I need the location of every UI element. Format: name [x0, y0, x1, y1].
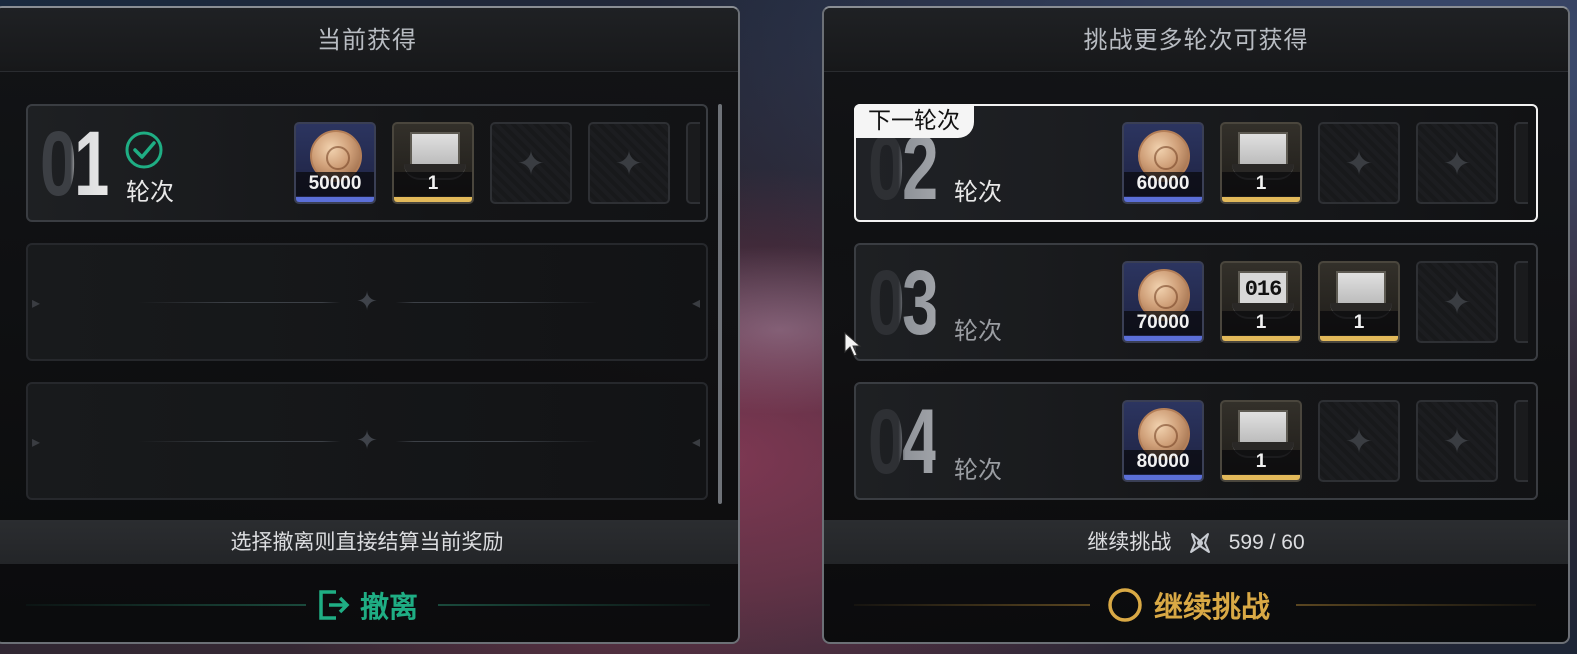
divider	[1296, 604, 1536, 606]
reward-qty: 60000	[1124, 172, 1202, 196]
rarity-bar	[1222, 475, 1300, 480]
diamond-icon: ✦	[1442, 422, 1472, 462]
reward-coin[interactable]: 70000	[1122, 261, 1204, 343]
diamond-icon: ✦	[1442, 283, 1472, 323]
empty-slot: ✦	[490, 122, 572, 204]
current-rounds-list: 01 轮次 50000 1 ✦ ✦ ▸ ✦ ◂ ▸ ✦ ◂	[26, 104, 708, 521]
continue-info-label: 继续挑战	[1087, 530, 1172, 554]
next-round-tag: 下一轮次	[854, 104, 974, 138]
reward-card[interactable]: 016 1	[1220, 261, 1302, 343]
circle-icon	[1108, 588, 1142, 622]
reward-qty: 50000	[296, 172, 374, 196]
evacuate-button[interactable]: 撤离	[316, 582, 418, 628]
arrow-left-icon: ◂	[692, 293, 701, 312]
diamond-icon: ✦	[1344, 422, 1374, 462]
round-number: 04	[868, 391, 939, 493]
divider	[854, 604, 1090, 606]
reward-card[interactable]: 1	[1220, 122, 1302, 204]
scrollbar[interactable]	[718, 104, 722, 504]
empty-slot-edge	[686, 122, 700, 204]
rarity-bar	[394, 197, 472, 202]
rarity-bar	[1124, 336, 1202, 341]
check-circle-icon	[125, 131, 163, 169]
round-label: 轮次	[954, 178, 1002, 206]
reward-qty: 1	[1222, 311, 1300, 335]
empty-slot: ✦	[1318, 400, 1400, 482]
round-row: 03 轮次 70000 016 1 1 ✦	[854, 243, 1538, 361]
current-rewards-panel: 当前获得 01 轮次 50000 1 ✦ ✦ ▸ ✦ ◂ ▸ ✦ ◂ 选择撤离则…	[0, 6, 740, 644]
diamond-icon: ✦	[356, 287, 378, 317]
diamond-icon: ✦	[516, 144, 546, 184]
divider	[438, 604, 710, 606]
round-number: 03	[868, 252, 939, 354]
evacuate-action: 撤离	[0, 574, 738, 634]
reward-card[interactable]: 1	[392, 122, 474, 204]
round-row: 01 轮次 50000 1 ✦ ✦	[26, 104, 708, 222]
cursor-icon	[844, 332, 862, 357]
reward-coin[interactable]: 60000	[1122, 122, 1204, 204]
diamond-icon: ✦	[1344, 144, 1374, 184]
empty-round-row: ▸ ✦ ◂	[26, 382, 708, 500]
round-number: 01	[40, 113, 111, 215]
exit-icon	[319, 590, 350, 620]
reward-coin[interactable]: 50000	[294, 122, 376, 204]
diamond-icon: ✦	[614, 144, 644, 184]
continue-info: 继续挑战 599 / 60	[824, 520, 1568, 564]
reward-qty: 1	[1222, 450, 1300, 474]
empty-slot: ✦	[1416, 122, 1498, 204]
diamond-icon: ✦	[1442, 144, 1472, 184]
reward-qty: 1	[1320, 311, 1398, 335]
round-row: 04 轮次 80000 1 ✦ ✦	[854, 382, 1538, 500]
continue-challenge-button[interactable]: 继续挑战	[1106, 582, 1270, 628]
arrow-right-icon: ▸	[32, 293, 41, 312]
stamina-icon	[1190, 533, 1211, 553]
reward-card[interactable]: 1	[1220, 400, 1302, 482]
evacuate-label: 撤离	[360, 590, 419, 624]
reward-qty: 80000	[1124, 450, 1202, 474]
empty-round-row: ▸ ✦ ◂	[26, 243, 708, 361]
continue-action: 继续挑战	[824, 574, 1568, 634]
empty-slot: ✦	[588, 122, 670, 204]
continue-challenge-label: 继续挑战	[1154, 590, 1271, 624]
arrow-right-icon: ▸	[32, 432, 41, 451]
rarity-bar	[1124, 475, 1202, 480]
round-label: 轮次	[126, 178, 174, 206]
rarity-bar	[1124, 197, 1202, 202]
stamina-value: 599 / 60	[1228, 531, 1305, 554]
empty-slot: ✦	[1416, 261, 1498, 343]
divider	[26, 604, 306, 606]
empty-slot-edge	[1514, 400, 1528, 482]
empty-slot-edge	[1514, 261, 1528, 343]
panel-title: 当前获得	[0, 8, 738, 72]
next-rewards-panel: 挑战更多轮次可获得 02 下一轮次 轮次 60000 1 ✦ ✦ 03 轮次 7…	[822, 6, 1570, 644]
reward-coin[interactable]: 80000	[1122, 400, 1204, 482]
arrow-left-icon: ◂	[692, 432, 701, 451]
round-label: 轮次	[954, 317, 1002, 345]
round-row-next: 02 下一轮次 轮次 60000 1 ✦ ✦	[854, 104, 1538, 222]
reward-card[interactable]: 1	[1318, 261, 1400, 343]
rarity-bar	[1320, 336, 1398, 341]
diamond-icon: ✦	[356, 426, 378, 456]
rarity-bar	[296, 197, 374, 202]
rarity-bar	[1222, 197, 1300, 202]
evacuate-info: 选择撤离则直接结算当前奖励	[0, 520, 738, 564]
reward-qty: 1	[1222, 172, 1300, 196]
round-label: 轮次	[954, 456, 1002, 484]
empty-slot: ✦	[1416, 400, 1498, 482]
panel-title: 挑战更多轮次可获得	[824, 8, 1568, 72]
rarity-bar	[1222, 336, 1300, 341]
reward-qty: 70000	[1124, 311, 1202, 335]
reward-qty: 1	[394, 172, 472, 196]
empty-slot-edge	[1514, 122, 1528, 204]
empty-slot: ✦	[1318, 122, 1400, 204]
future-rounds-list: 02 下一轮次 轮次 60000 1 ✦ ✦ 03 轮次 70000 016 1…	[854, 104, 1538, 521]
